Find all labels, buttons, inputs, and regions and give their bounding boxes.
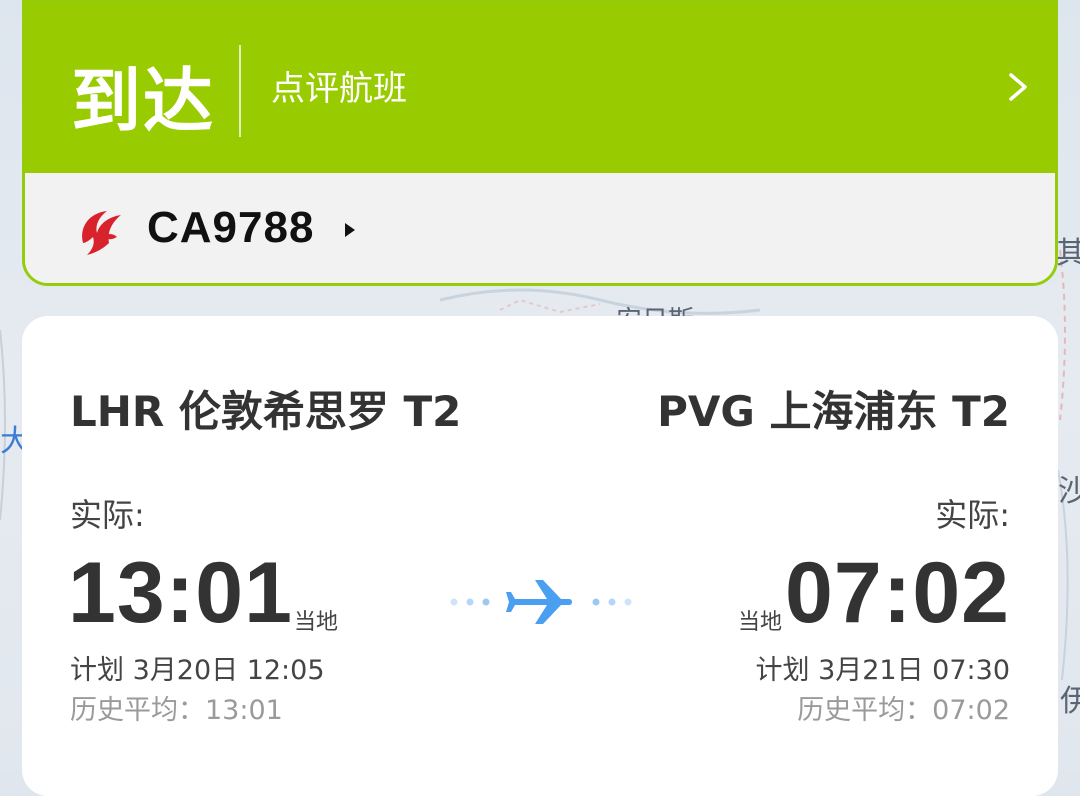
arrival-scheduled-time: 计划 3月21日 07:30: [755, 655, 1010, 686]
caret-right-icon[interactable]: [343, 221, 357, 239]
arrival-actual-time: 07:02: [785, 545, 1010, 641]
departure-actual-time: 13:01: [68, 545, 293, 641]
arrival-actual-label: 实际:: [935, 496, 1010, 534]
map-label: 沙: [1058, 474, 1080, 509]
flight-status-card: 到达 点评航班 CA9788: [22, 0, 1058, 286]
status-banner[interactable]: 到达 点评航班: [25, 3, 1055, 173]
departure-scheduled-time: 计划 3月20日 12:05: [70, 655, 325, 686]
air-china-logo-icon: [82, 211, 121, 255]
flight-number-row[interactable]: CA9788: [25, 173, 1055, 283]
map-label: 其: [1056, 236, 1080, 271]
review-flight-link[interactable]: 点评航班: [271, 61, 407, 110]
chevron-right-icon[interactable]: [1003, 67, 1033, 107]
flight-number[interactable]: CA9788: [147, 203, 314, 253]
departure-local-label: 当地: [294, 610, 339, 635]
map-label: 伊: [1060, 684, 1080, 719]
departure-historical-average: 历史平均：13:01: [70, 695, 283, 726]
arrival-airport[interactable]: PVG 上海浦东 T2: [657, 378, 1010, 439]
departure-actual-label: 实际:: [70, 496, 145, 534]
status-title: 到达: [71, 60, 215, 142]
flight-detail-card: LHR 伦敦希思罗 T2 PVG 上海浦东 T2 实际: 实际: 13:01 当…: [22, 316, 1058, 796]
departure-airport[interactable]: LHR 伦敦希思罗 T2: [70, 378, 461, 439]
arrival-historical-average: 历史平均：07:02: [797, 695, 1010, 726]
arrival-local-label: 当地: [738, 610, 783, 635]
divider: [239, 45, 241, 137]
airplane-icon: [450, 580, 632, 624]
